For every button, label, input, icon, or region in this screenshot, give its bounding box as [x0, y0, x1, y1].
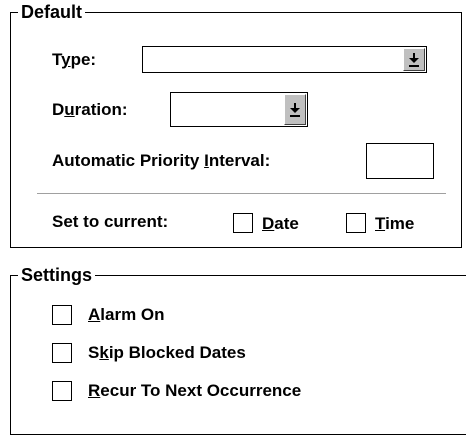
arrow-down-to-bar-icon — [290, 103, 300, 117]
priority-interval-input[interactable] — [366, 143, 434, 179]
type-dropdown-button[interactable] — [403, 48, 425, 71]
duration-dropdown[interactable] — [170, 92, 308, 127]
default-group-legend: Default — [18, 2, 86, 22]
arrow-down-to-bar-icon — [409, 53, 419, 67]
priority-interval-label: Automatic Priority Interval: — [52, 151, 271, 170]
date-checkbox[interactable] — [233, 213, 253, 233]
recur-next-occurrence-checkbox[interactable] — [52, 381, 72, 401]
recur-next-occurrence-label[interactable]: Recur To Next Occurrence — [88, 381, 301, 401]
duration-label: Duration: — [52, 100, 128, 119]
skip-blocked-dates-label[interactable]: Skip Blocked Dates — [88, 343, 246, 363]
time-checkbox-label[interactable]: Time — [375, 214, 414, 234]
skip-blocked-dates-checkbox[interactable] — [52, 343, 72, 363]
type-label: Type: — [52, 50, 97, 69]
type-dropdown[interactable] — [142, 46, 427, 73]
settings-group-legend: Settings — [18, 265, 96, 285]
set-to-current-label: Set to current: — [52, 212, 169, 231]
alarm-on-checkbox[interactable] — [52, 305, 72, 325]
duration-dropdown-button[interactable] — [284, 94, 306, 125]
alarm-on-label[interactable]: Alarm On — [88, 305, 165, 325]
time-checkbox[interactable] — [346, 213, 366, 233]
date-checkbox-label[interactable]: Date — [262, 214, 299, 234]
default-separator — [37, 193, 446, 194]
